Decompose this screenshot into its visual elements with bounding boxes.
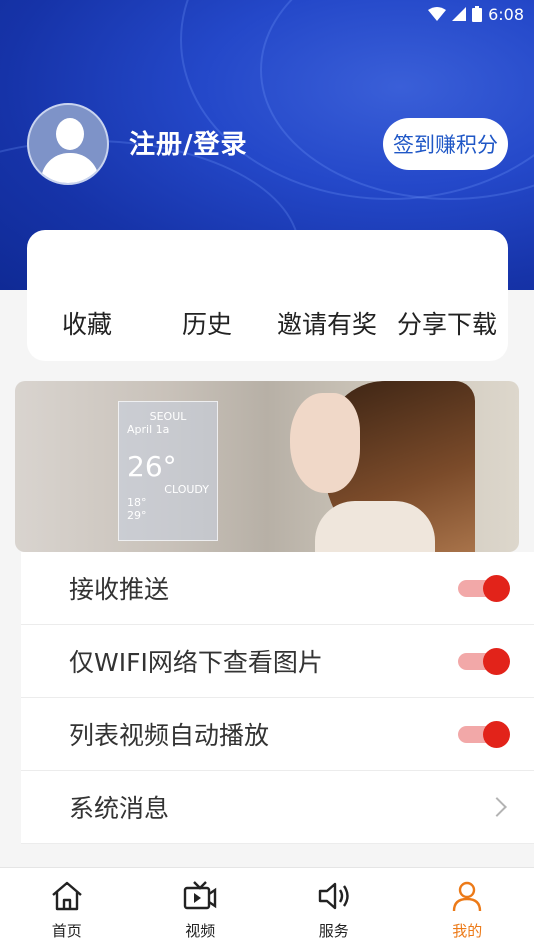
avatar[interactable]: [27, 103, 109, 185]
bottom-tab-bar: 首页 视频 服务 我的: [0, 867, 534, 950]
speaker-icon: [318, 882, 349, 910]
tab-label: 视频: [185, 922, 216, 940]
favorites-button[interactable]: 收藏: [27, 305, 147, 341]
setting-row-push[interactable]: 接收推送: [21, 552, 534, 625]
history-button[interactable]: 历史: [147, 305, 267, 341]
battery-icon: [472, 6, 483, 22]
status-bar: 6:08: [0, 0, 534, 28]
user-icon: [453, 881, 482, 912]
wifi-icon: [428, 7, 447, 21]
wifi-images-toggle[interactable]: [458, 648, 510, 675]
tab-home[interactable]: 首页: [0, 868, 134, 950]
tab-label: 首页: [51, 922, 82, 940]
setting-row-wifi-images[interactable]: 仅WIFI网络下查看图片: [21, 625, 534, 698]
chevron-right-icon: [487, 797, 507, 817]
weather-date: April 1a: [127, 423, 170, 436]
promo-banner[interactable]: SEOUL April 1a 26° CLOUDY 18° 29°: [15, 381, 519, 552]
setting-label: 系统消息: [69, 794, 170, 823]
home-icon: [51, 881, 82, 911]
setting-label: 仅WIFI网络下查看图片: [69, 648, 323, 677]
weather-overlay: SEOUL April 1a 26° CLOUDY 18° 29°: [118, 401, 218, 541]
weather-city: SEOUL: [149, 410, 187, 423]
tab-label: 我的: [452, 922, 483, 940]
invite-button[interactable]: 邀请有奖: [267, 305, 387, 341]
tab-video[interactable]: 视频: [134, 868, 268, 950]
weather-high: 29°: [127, 509, 147, 522]
login-link[interactable]: 注册/登录: [129, 124, 248, 161]
banner-face: [290, 393, 360, 493]
tab-service[interactable]: 服务: [267, 868, 401, 950]
settings-list: 接收推送 仅WIFI网络下查看图片 列表视频自动播放 系统消息: [21, 552, 534, 844]
weather-condition: CLOUDY: [164, 483, 209, 496]
status-time: 6:08: [488, 4, 524, 24]
setting-row-autoplay[interactable]: 列表视频自动播放: [21, 698, 534, 771]
autoplay-toggle[interactable]: [458, 721, 510, 748]
tab-label: 服务: [318, 922, 349, 940]
signal-icon: [452, 7, 467, 21]
avatar-body: [41, 153, 99, 183]
weather-temperature: 26°: [127, 450, 177, 483]
checkin-button[interactable]: 签到赚积分: [383, 118, 508, 170]
weather-low: 18°: [127, 496, 147, 509]
setting-label: 接收推送: [69, 575, 170, 604]
setting-label: 列表视频自动播放: [69, 721, 270, 750]
video-icon: [184, 881, 217, 910]
quick-actions-card: 收藏 历史 邀请有奖 分享下载: [27, 230, 508, 361]
setting-row-system-messages[interactable]: 系统消息: [21, 771, 534, 844]
tab-mine[interactable]: 我的: [401, 868, 534, 950]
push-toggle[interactable]: [458, 575, 510, 602]
avatar-head: [56, 118, 84, 150]
banner-shoulder: [315, 501, 435, 552]
share-download-button[interactable]: 分享下载: [387, 305, 507, 341]
